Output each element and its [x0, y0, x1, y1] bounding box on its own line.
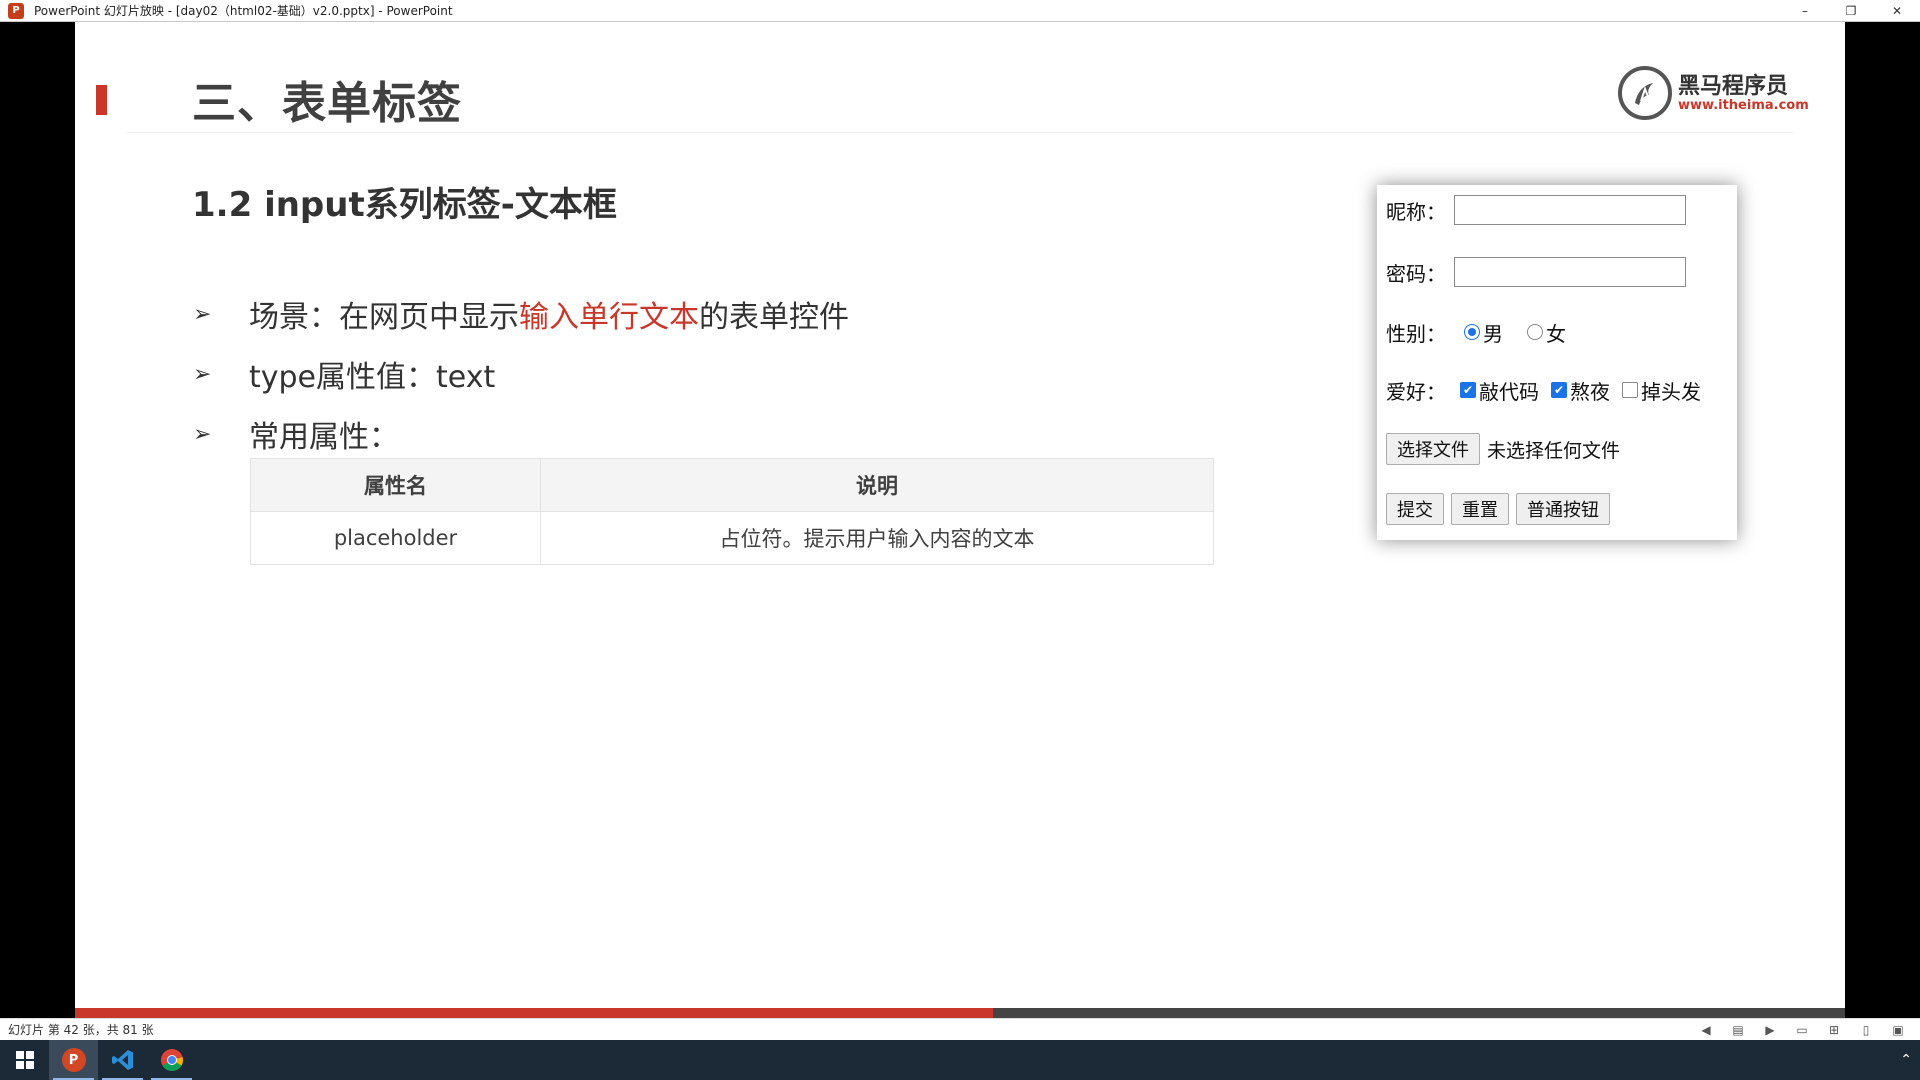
- normal-view-icon[interactable]: ▭: [1786, 1021, 1818, 1039]
- logo-name: 黑马程序员: [1678, 74, 1789, 99]
- minimize-button[interactable]: –: [1782, 0, 1828, 22]
- choose-file-button[interactable]: 选择文件: [1386, 433, 1480, 465]
- table-cell: 占位符。提示用户输入内容的文本: [540, 511, 1214, 565]
- radio-label: 女: [1546, 321, 1566, 346]
- chrome-taskbar-icon[interactable]: [147, 1040, 196, 1080]
- normal-button[interactable]: 普通按钮: [1516, 493, 1610, 525]
- bullet-item: ➢ 场景：在网页中显示输入单行文本的表单控件: [193, 292, 993, 336]
- slide-counter: 幻灯片 第 42 张，共 81 张: [8, 1023, 154, 1037]
- form-demo-panel: 昵称： 密码： 性别： 男 女 爱好： ✔ 敲代码 ✔ 熬夜 掉头发 选择文件 …: [1377, 185, 1737, 540]
- checkbox-label: 敲代码: [1479, 379, 1539, 404]
- nickname-label: 昵称：: [1386, 199, 1446, 224]
- password-input[interactable]: [1454, 257, 1686, 287]
- radio-male[interactable]: [1464, 324, 1480, 340]
- close-button[interactable]: ✕: [1874, 0, 1920, 22]
- slide-sorter-icon[interactable]: ⊞: [1818, 1021, 1850, 1039]
- radio-label: 男: [1483, 321, 1503, 346]
- previous-slide-icon[interactable]: ◀: [1690, 1021, 1722, 1039]
- next-slide-icon[interactable]: ▶: [1754, 1021, 1786, 1039]
- gender-label: 性别：: [1386, 321, 1446, 346]
- submit-button[interactable]: 提交: [1386, 493, 1444, 525]
- slide-progress-bar: [75, 1008, 1845, 1018]
- tray-chevron-icon[interactable]: ⌃: [1900, 1040, 1912, 1080]
- password-row: 密码：: [1386, 256, 1686, 288]
- windows-start-icon[interactable]: [0, 1040, 49, 1080]
- bullet-item: ➢ 常用属性：: [193, 412, 993, 456]
- title-divider: [125, 132, 1795, 133]
- attribute-table: 属性名 说明 placeholder 占位符。提示用户输入内容的文本: [250, 458, 1214, 565]
- file-row: 选择文件 未选择任何文件: [1386, 433, 1620, 465]
- arrow-bullet-icon: ➢: [193, 361, 212, 387]
- gender-row: 性别： 男 女: [1386, 316, 1566, 348]
- reset-button[interactable]: 重置: [1451, 493, 1509, 525]
- slide-subtitle: 1.2 input系列标签-文本框: [192, 185, 617, 225]
- horse-logo-icon: [1618, 66, 1672, 120]
- powerpoint-icon: P: [8, 2, 24, 19]
- restore-button[interactable]: ❐: [1828, 0, 1874, 22]
- slideshow-view-icon[interactable]: ▣: [1882, 1021, 1914, 1039]
- table-header: 说明: [540, 458, 1214, 512]
- nickname-input[interactable]: [1454, 195, 1686, 225]
- checkbox-stay-up[interactable]: ✔: [1551, 382, 1567, 398]
- slide-menu-icon[interactable]: ▤: [1722, 1021, 1754, 1039]
- bullet-text: 场景：在网页中显示: [249, 300, 519, 335]
- bullet-text: type属性值：text: [249, 360, 496, 395]
- table-cell: placeholder: [250, 511, 541, 565]
- checkbox-label: 熬夜: [1570, 379, 1610, 404]
- button-row: 提交 重置 普通按钮: [1386, 493, 1617, 525]
- bullet-item: ➢ type属性值：text: [193, 352, 993, 396]
- checkbox-hair-loss[interactable]: [1622, 382, 1638, 398]
- table-header-row: 属性名 说明: [250, 458, 1214, 512]
- arrow-bullet-icon: ➢: [193, 421, 212, 447]
- password-label: 密码：: [1386, 261, 1446, 286]
- radio-female[interactable]: [1527, 324, 1543, 340]
- logo-url: www.itheima.com: [1678, 98, 1809, 113]
- file-status-text: 未选择任何文件: [1487, 439, 1621, 462]
- bullet-text: 的表单控件: [699, 300, 849, 335]
- window-title: PowerPoint 幻灯片放映 - [day02（html02-基础）v2.0…: [34, 4, 453, 18]
- highlighted-text: 输入单行文本: [519, 300, 699, 335]
- nickname-row: 昵称：: [1386, 194, 1686, 226]
- arrow-bullet-icon: ➢: [193, 301, 212, 327]
- hobby-label: 爱好：: [1386, 379, 1446, 404]
- slide-progress-fill: [75, 1008, 993, 1018]
- vscode-taskbar-icon[interactable]: [98, 1040, 147, 1080]
- status-bar: 幻灯片 第 42 张，共 81 张 ◀ ▤ ▶ ▭ ⊞ ▯ ▣: [0, 1018, 1920, 1040]
- checkbox-label: 掉头发: [1641, 379, 1701, 404]
- table-header: 属性名: [250, 458, 541, 512]
- itheima-logo: 黑马程序员 www.itheima.com: [1618, 64, 1818, 124]
- taskbar: P ⌃: [0, 1040, 1920, 1080]
- powerpoint-taskbar-icon[interactable]: P: [49, 1040, 98, 1080]
- table-row: placeholder 占位符。提示用户输入内容的文本: [250, 511, 1214, 565]
- checkbox-coding[interactable]: ✔: [1460, 382, 1476, 398]
- bullet-text: 常用属性：: [249, 420, 399, 455]
- slide-canvas[interactable]: 三、表单标签 黑马程序员 www.itheima.com 1.2 input系列…: [75, 22, 1845, 1018]
- slide-title: 三、表单标签: [192, 78, 462, 129]
- title-accent-bar: [96, 85, 107, 115]
- window-title-bar: P PowerPoint 幻灯片放映 - [day02（html02-基础）v2…: [0, 0, 1920, 22]
- hobby-row: 爱好： ✔ 敲代码 ✔ 熬夜 掉头发: [1386, 374, 1701, 406]
- reading-view-icon[interactable]: ▯: [1850, 1021, 1882, 1039]
